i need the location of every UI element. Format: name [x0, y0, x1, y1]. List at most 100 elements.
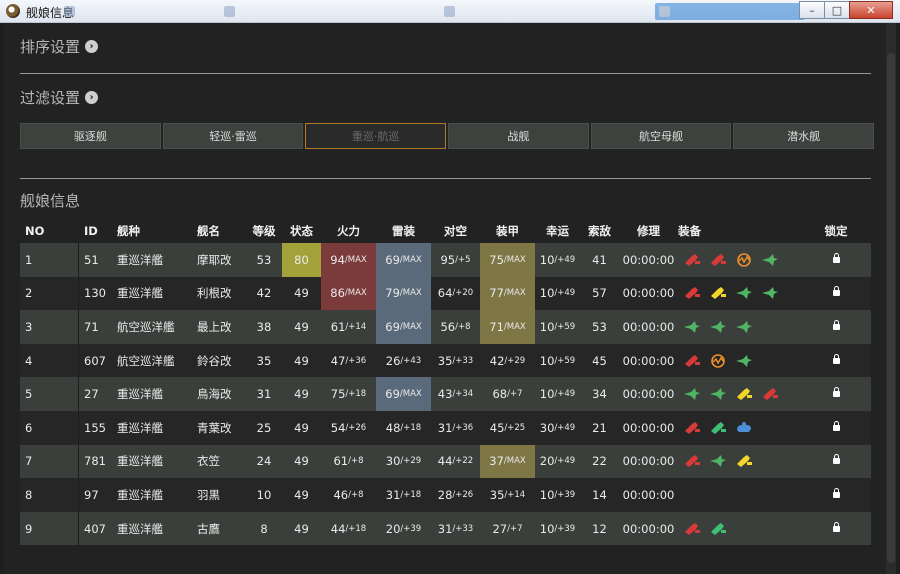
green-plane-icon[interactable] — [735, 286, 753, 300]
green-plane-icon[interactable] — [735, 354, 753, 368]
filter-button[interactable]: 潜水舰 — [733, 123, 875, 149]
cell-tp: 48/+18 — [385, 420, 422, 435]
column-header[interactable]: 雷装 — [376, 219, 431, 243]
column-header[interactable]: 对空 — [431, 219, 480, 243]
column-header[interactable]: 舰种 — [113, 219, 192, 243]
cell-lv: 8 — [260, 521, 268, 536]
column-header[interactable]: 火力 — [321, 219, 376, 243]
green-plane-icon[interactable] — [709, 320, 727, 334]
yellow-gun-icon[interactable] — [735, 387, 753, 401]
green-plane-icon[interactable] — [761, 286, 779, 300]
green-plane-icon[interactable] — [709, 454, 727, 468]
cell-lock[interactable] — [818, 478, 854, 512]
cell-los: 34 — [592, 387, 607, 402]
cell-aa: 64/+20 — [437, 286, 474, 301]
green-gun-icon[interactable] — [709, 522, 727, 536]
red-gun-icon[interactable] — [761, 387, 779, 401]
red-gun-icon[interactable] — [683, 421, 701, 435]
cell-type: 重巡洋艦 — [117, 286, 163, 301]
cell-name: 古鷹 — [197, 521, 220, 536]
column-header[interactable]: ID — [79, 219, 113, 243]
cell-fp: 54/+26 — [330, 420, 367, 435]
filter-button[interactable]: 驱逐舰 — [20, 123, 161, 149]
cell-lock[interactable] — [818, 277, 854, 311]
red-gun-icon[interactable] — [683, 253, 701, 267]
column-header[interactable]: 索敌 — [580, 219, 619, 243]
cell-lock[interactable] — [818, 445, 854, 479]
yellow-gun-icon[interactable] — [735, 454, 753, 468]
column-header[interactable]: 修理 — [619, 219, 678, 243]
cell-lock[interactable] — [818, 243, 854, 277]
cell-status: 49 — [294, 420, 309, 435]
lock-icon — [832, 420, 840, 432]
cell-lk: 10/+59 — [539, 353, 576, 368]
green-plane-icon[interactable] — [683, 387, 701, 401]
content-area: 排序设置 › 过滤设置 › 驱逐舰 轻巡·雷巡 重巡·航巡 战舰 航空母舰 潜水舰 舰娘信… — [4, 23, 896, 574]
cell-fp: 44/+18 — [330, 521, 367, 536]
filter-button[interactable]: 战舰 — [448, 123, 589, 149]
table-row[interactable]: 8 97 重巡洋艦 羽黒 10 49 46/+8 31/+18 28/+26 35/+14 10/+… — [20, 478, 871, 512]
cell-lock[interactable] — [818, 377, 854, 411]
lock-icon — [832, 387, 840, 398]
cell-lock[interactable] — [818, 512, 854, 546]
cell-name: 衣笠 — [197, 454, 220, 469]
red-gun-icon[interactable] — [683, 354, 701, 368]
table-row[interactable]: 9 407 重巡洋艦 古鷹 8 49 44/+18 20/+39 31/+33 27/+7 10/+… — [20, 511, 871, 546]
table-row[interactable]: 1 51 重巡洋艦 摩耶改 53 80 94/MAX 69/MAX 95/+5 75/MAX 10/… — [20, 243, 871, 277]
table-row[interactable]: 7 781 重巡洋艦 衣笠 24 49 61/+8 30/+29 44/+22 37/MAX 20/… — [20, 444, 871, 479]
cell-lock[interactable] — [818, 411, 854, 445]
green-plane-icon[interactable] — [683, 320, 701, 334]
column-header[interactable]: 状态 — [282, 219, 321, 243]
filter-button[interactable]: 航空母舰 — [590, 123, 732, 149]
lock-icon — [832, 319, 840, 331]
minimize-button[interactable]: – — [799, 1, 825, 19]
filter-settings-header[interactable]: 过滤设置 › — [20, 87, 99, 108]
column-header[interactable]: 装甲 — [480, 219, 535, 243]
table-row[interactable]: 2 130 重巡洋艦 利根改 42 49 86/MAX 79/MAX 64/+20 77/MAX 1… — [20, 276, 871, 311]
close-button[interactable]: ✕ — [849, 1, 893, 19]
cell-repair: 00:00:00 — [622, 487, 675, 502]
cell-name: 鳥海改 — [197, 387, 232, 402]
cell-name: 青葉改 — [197, 420, 232, 435]
cell-repair: 00:00:00 — [622, 420, 675, 435]
blue-part-icon[interactable] — [735, 421, 753, 435]
yellow-gun-icon[interactable] — [709, 286, 727, 300]
cell-fp: 94/MAX — [321, 243, 376, 277]
green-plane-icon[interactable] — [761, 253, 779, 267]
cell-lock[interactable] — [818, 310, 854, 344]
cell-lk: 10/+59 — [539, 319, 576, 334]
maximize-button[interactable]: □ — [824, 1, 850, 19]
table-row[interactable]: 3 71 航空巡洋艦 最上改 38 49 61/+14 69/MAX 56/+8 71/MAX 10… — [20, 310, 871, 344]
column-header[interactable]: NO — [20, 219, 79, 243]
cell-ar: 75/MAX — [480, 243, 535, 277]
filter-button[interactable]: 轻巡·雷巡 — [162, 123, 304, 149]
radar-orange-icon[interactable] — [709, 353, 727, 368]
ship-info-header: 舰娘信息 — [20, 190, 80, 211]
green-plane-icon[interactable] — [709, 387, 727, 401]
red-gun-icon[interactable] — [709, 253, 727, 267]
scrollbar[interactable] — [886, 23, 896, 574]
scrollbar-thumb[interactable] — [887, 53, 895, 563]
cell-name: 利根改 — [197, 286, 232, 301]
table-row[interactable]: 6 155 重巡洋艦 青葉改 25 49 54/+26 48/+18 31/+36 45/+25 3… — [20, 410, 871, 445]
red-gun-icon[interactable] — [683, 522, 701, 536]
table-row[interactable]: 5 27 重巡洋艦 鳥海改 31 49 75/+18 69/MAX 43/+34 68/+7 10/… — [20, 377, 871, 411]
column-header[interactable]: 装备 — [678, 219, 818, 243]
cell-lv: 35 — [256, 353, 272, 368]
column-header[interactable]: 等级 — [246, 219, 282, 243]
sort-settings-header[interactable]: 排序设置 › — [20, 36, 99, 57]
green-gun-icon[interactable] — [709, 421, 727, 435]
column-header[interactable]: 舰名 — [192, 219, 246, 243]
red-gun-icon[interactable] — [683, 286, 701, 300]
radar-orange-icon[interactable] — [735, 252, 753, 267]
filter-button[interactable]: 重巡·航巡 — [305, 123, 447, 149]
green-plane-icon[interactable] — [735, 320, 753, 334]
table-row[interactable]: 4 607 航空巡洋艦 鈴谷改 35 49 47/+36 26/+43 35/+33 42/+29… — [20, 343, 871, 378]
lock-icon — [832, 454, 840, 465]
cell-id: 607 — [84, 353, 106, 368]
red-gun-icon[interactable] — [683, 454, 701, 468]
column-header[interactable]: 锁定 — [818, 219, 854, 243]
column-header[interactable]: 幸运 — [535, 219, 580, 243]
cell-type: 重巡洋艦 — [117, 454, 163, 469]
cell-lock[interactable] — [818, 344, 854, 378]
